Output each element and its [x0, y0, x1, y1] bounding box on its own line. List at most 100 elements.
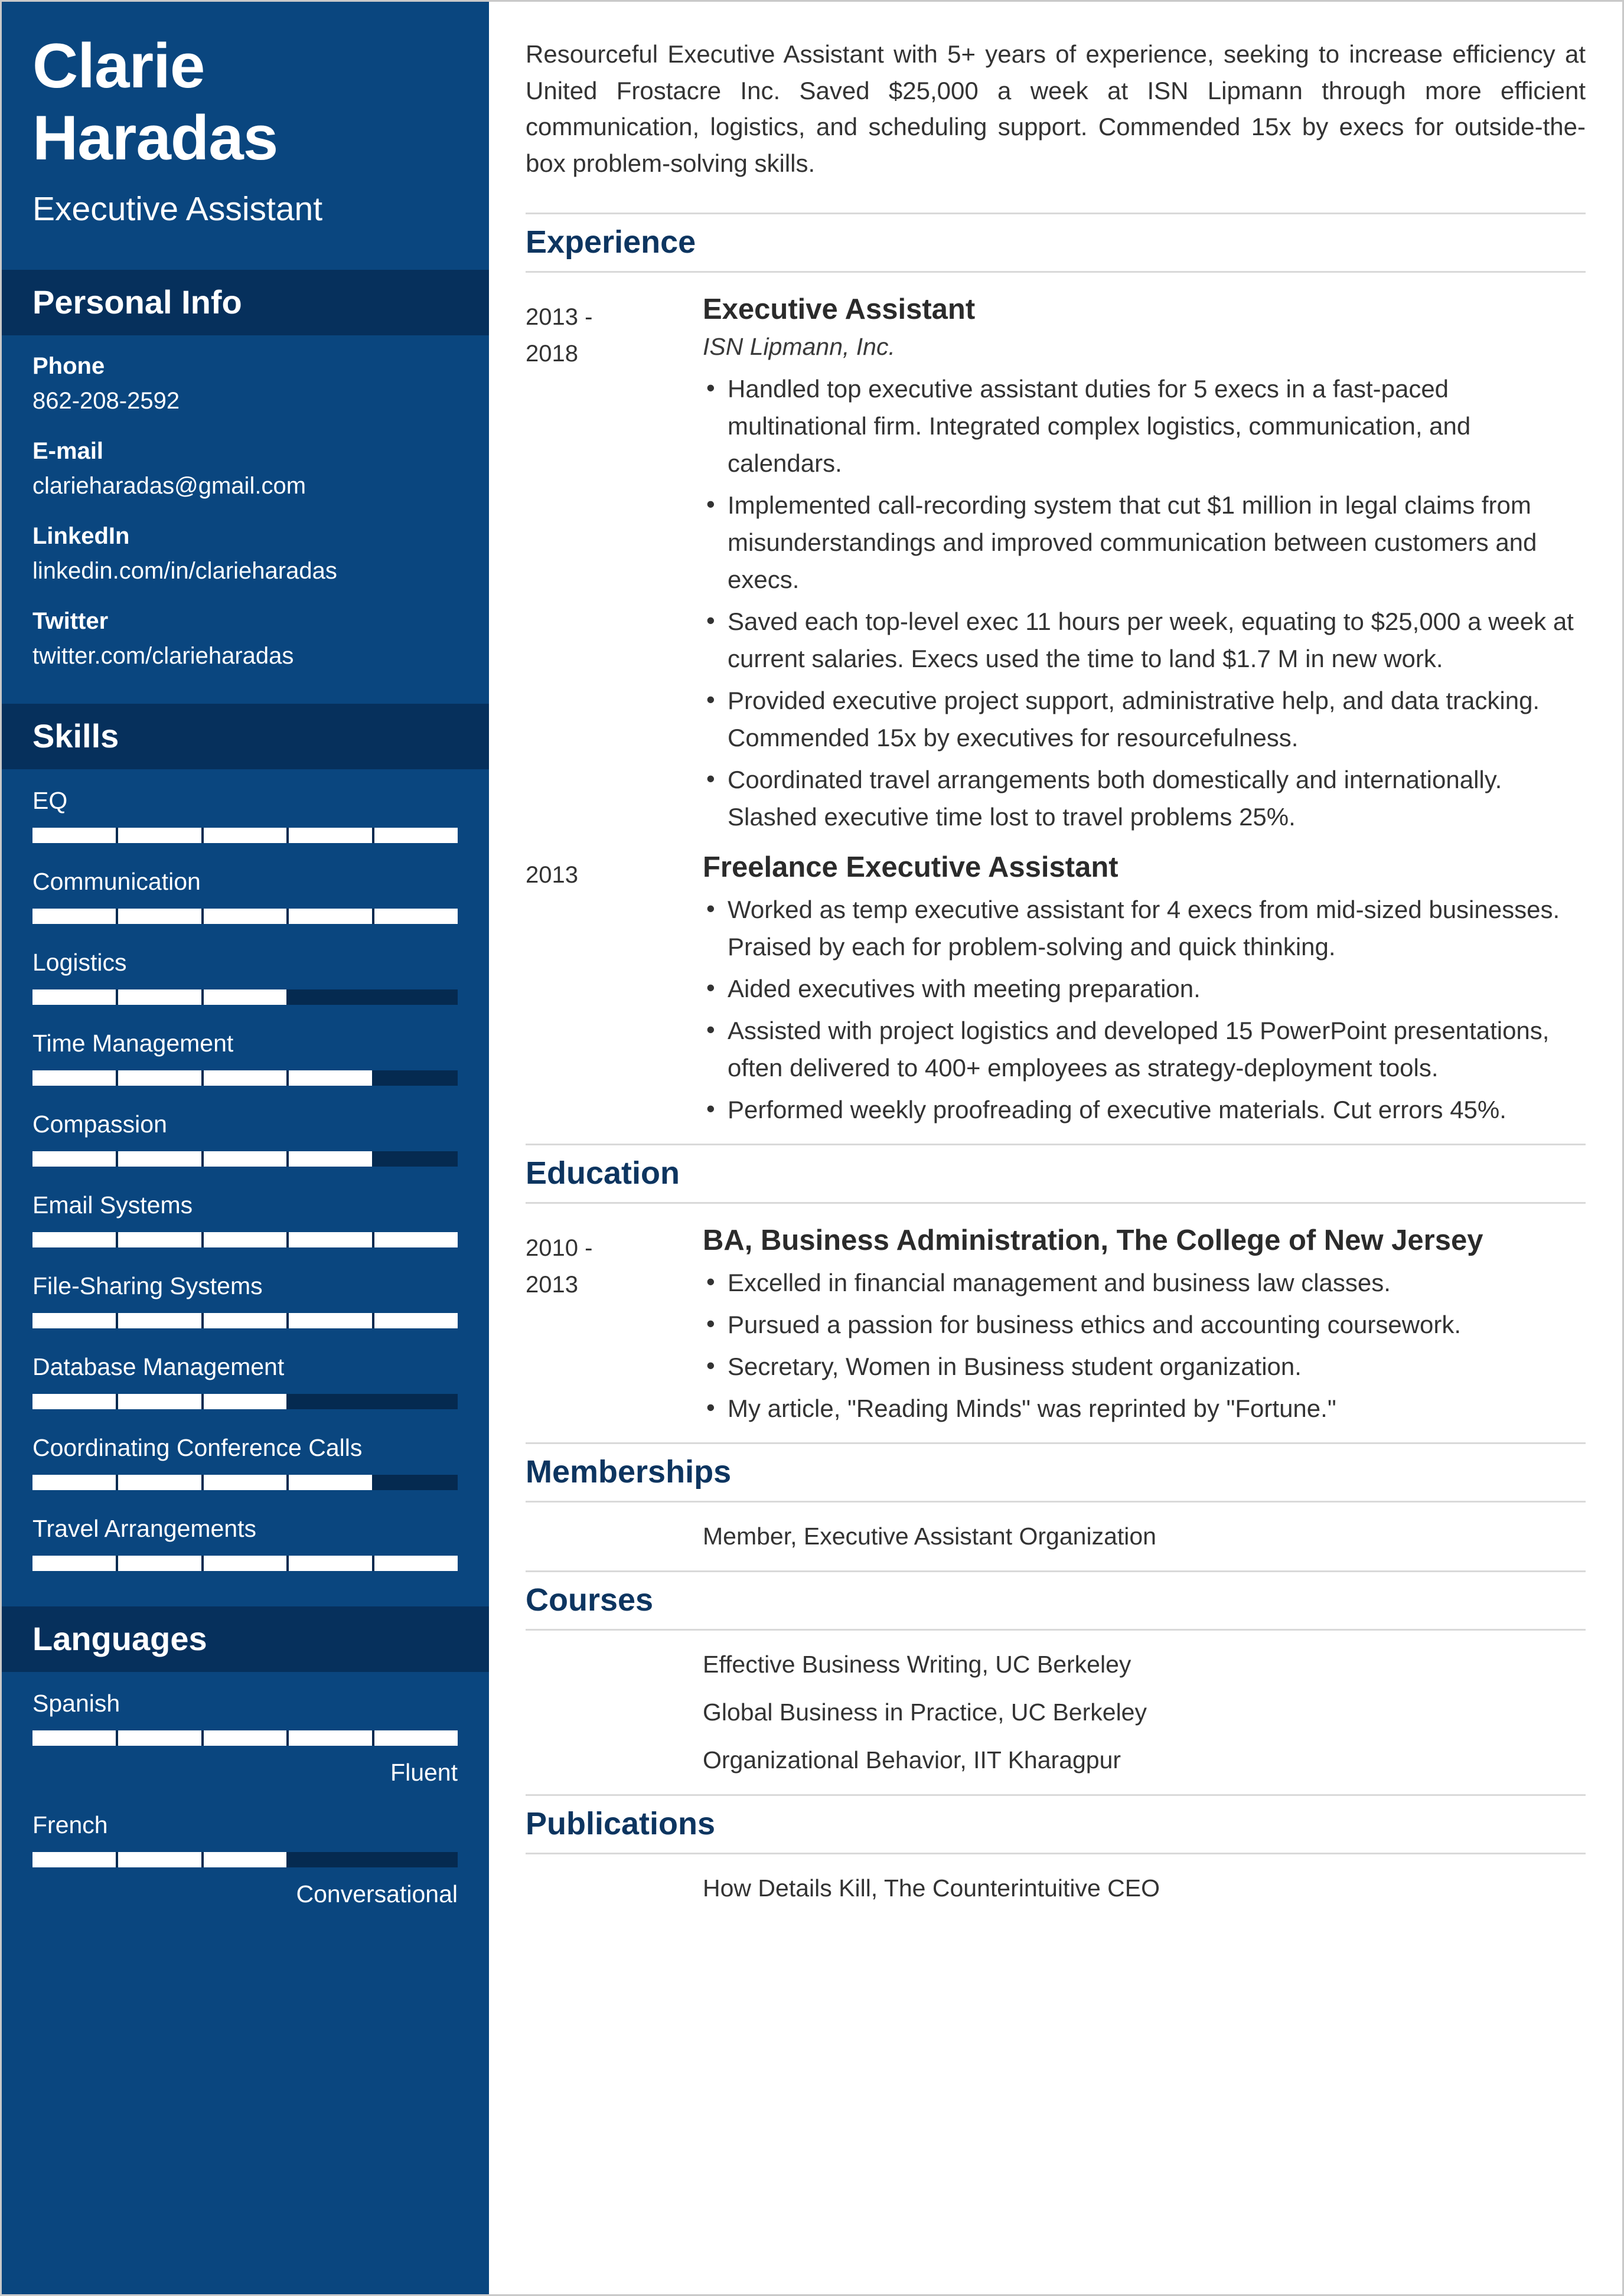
entry-bullet: Assisted with project logistics and deve… [703, 1011, 1586, 1086]
personal-info-value[interactable]: twitter.com/clarieharadas [32, 643, 458, 669]
bar-segment [289, 1393, 373, 1409]
entry-date: 2013 [526, 851, 703, 1133]
bar-segment [118, 1151, 201, 1167]
personal-info-label: Phone [32, 352, 105, 379]
language-proficiency: Fluent [390, 1758, 458, 1786]
section-memberships: Memberships Member, Executive Assistant … [526, 1442, 1586, 1550]
skill-item: EQ [32, 787, 458, 843]
bar-segment [374, 908, 458, 924]
bar-segment [32, 989, 116, 1005]
bar-segment [374, 1232, 458, 1247]
publications-entries: How Details Kill, The Counterintuitive C… [526, 1874, 1586, 1902]
bar-segment [374, 1312, 458, 1328]
identity-block: Clarie Haradas Executive Assistant [2, 2, 489, 270]
bar-segment [32, 1070, 116, 1086]
candidate-job-title: Executive Assistant [32, 190, 323, 228]
last-name: Haradas [32, 102, 278, 173]
entry-bullet: Coordinated travel arrangements both dom… [703, 760, 1586, 835]
bar-segment [289, 827, 373, 843]
personal-info-value[interactable]: clarieharadas@gmail.com [32, 473, 458, 499]
bar-segment [203, 1232, 287, 1247]
entry-body: Freelance Executive Assistant Worked as t… [703, 851, 1586, 1133]
bar-segment [374, 1393, 458, 1409]
resume-page: Clarie Haradas Executive Assistant Perso… [0, 0, 1624, 2296]
skill-label: Email Systems [32, 1191, 193, 1219]
sidebar: Clarie Haradas Executive Assistant Perso… [2, 2, 489, 2294]
languages-list: Spanish Fluent French Conversational [2, 1672, 489, 1944]
personal-info-item: Phone 862-208-2592 [32, 353, 458, 414]
language-item: French Conversational [32, 1811, 458, 1908]
entry-bullet: Excelled in financial management and bus… [703, 1263, 1586, 1301]
courses-entries: Effective Business Writing, UC Berkeley G… [526, 1651, 1586, 1774]
entry-bullet-list: Excelled in financial management and bus… [703, 1263, 1586, 1427]
bar-segment [32, 1851, 116, 1867]
skill-level-bar [32, 1232, 458, 1247]
skill-level-bar [32, 827, 458, 843]
bar-segment [32, 1474, 116, 1490]
skill-level-bar [32, 1151, 458, 1167]
memberships-entries: Member, Executive Assistant Organization [526, 1523, 1586, 1550]
bar-segment [118, 1070, 201, 1086]
sidebar-heading-skills: Skills [2, 703, 489, 769]
entry-date-start: 2010 - [526, 1234, 593, 1261]
section-heading-publications: Publications [526, 1794, 1586, 1854]
bar-segment [289, 1151, 373, 1167]
skill-label: Compassion [32, 1110, 167, 1138]
membership-item: Member, Executive Assistant Organization [703, 1522, 1156, 1550]
entry-date-start: 2013 [526, 861, 578, 888]
skill-item: Email Systems [32, 1191, 458, 1247]
language-item: Spanish Fluent [32, 1690, 458, 1786]
bar-segment [203, 1393, 287, 1409]
entry-bullet: Aided executives with meeting preparatio… [703, 969, 1586, 1007]
bar-segment [118, 908, 201, 924]
bar-segment [32, 1393, 116, 1409]
entry-bullet-list: Worked as temp executive assistant for 4… [703, 890, 1586, 1128]
professional-summary: Resourceful Executive Assistant with 5+ … [526, 40, 1586, 178]
bar-segment [32, 1555, 116, 1571]
skill-level-bar [32, 1070, 458, 1086]
skill-item: Logistics [32, 949, 458, 1005]
bar-segment [32, 827, 116, 843]
bar-segment [203, 1070, 287, 1086]
personal-info-item: LinkedIn linkedin.com/in/clarieharadas [32, 523, 458, 584]
bar-segment [118, 1232, 201, 1247]
entry-date: 2013 - 2018 [526, 293, 703, 840]
main.education-entry: 2010 - 2013 BA, Business Administration, T… [526, 1224, 1586, 1432]
bar-segment [289, 1851, 373, 1867]
language-level-bar [32, 1851, 458, 1867]
section-publications: Publications How Details Kill, The Count… [526, 1794, 1586, 1902]
entry-date-end: 2013 [526, 1271, 578, 1298]
sidebar-heading-languages: Languages [2, 1606, 489, 1672]
bar-segment [374, 1730, 458, 1746]
bar-segment [203, 908, 287, 924]
personal-info-label: Twitter [32, 608, 109, 634]
skill-label: Database Management [32, 1353, 285, 1380]
bar-segment [32, 908, 116, 924]
entry-bullet: Pursued a passion for business ethics an… [703, 1305, 1586, 1343]
entry-bullet: Implemented call-recording system that c… [703, 485, 1586, 598]
personal-info-value[interactable]: 862-208-2592 [32, 388, 458, 414]
entry-date-start: 2013 - [526, 303, 593, 330]
bar-segment [118, 1730, 201, 1746]
skill-item: Database Management [32, 1353, 458, 1409]
personal-info-value[interactable]: linkedin.com/in/clarieharadas [32, 558, 458, 584]
course-item: Global Business in Practice, UC Berkeley [703, 1698, 1147, 1726]
entry-bullet-list: Handled top executive assistant duties f… [703, 369, 1586, 835]
skill-item: File-Sharing Systems [32, 1272, 458, 1328]
entry-bullet: Saved each top-level exec 11 hours per w… [703, 602, 1586, 677]
bar-segment [203, 1151, 287, 1167]
entry-bullet: My article, "Reading Minds" was reprinte… [703, 1389, 1586, 1427]
skill-level-bar [32, 1474, 458, 1490]
experience-entries: 2013 - 2018 Executive Assistant ISN Lipmann… [526, 293, 1586, 1133]
bar-segment [118, 1312, 201, 1328]
bar-segment [289, 908, 373, 924]
skill-item: Time Management [32, 1030, 458, 1086]
course-item: Organizational Behavior, IIT Kharagpur [703, 1746, 1121, 1774]
skill-level-bar [32, 908, 458, 924]
entry-bullet: Worked as temp executive assistant for 4… [703, 890, 1586, 965]
skill-item: Travel Arrangements [32, 1515, 458, 1571]
skill-level-bar [32, 989, 458, 1005]
section-education: Education 2010 - 2013 BA, Business Adminis… [526, 1143, 1586, 1432]
bar-segment [203, 827, 287, 843]
personal-info-label: LinkedIn [32, 522, 130, 549]
